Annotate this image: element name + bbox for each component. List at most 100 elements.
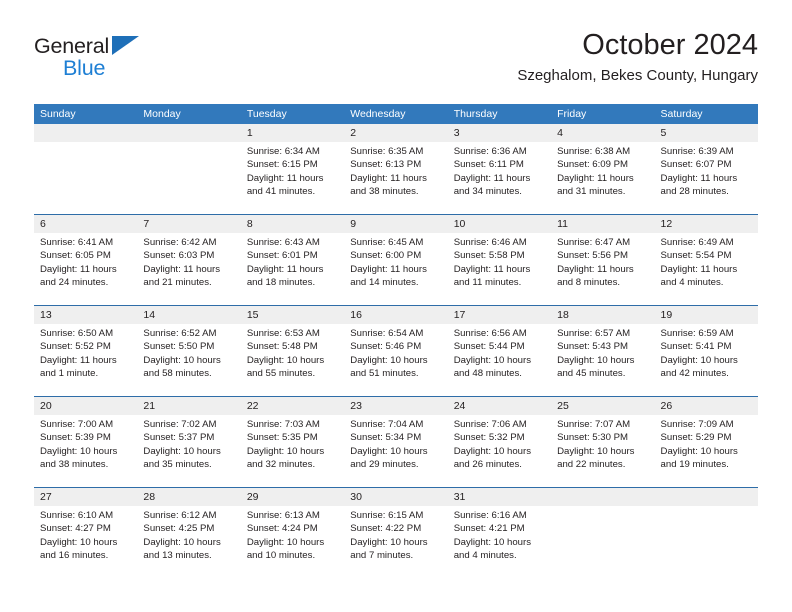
day-cell[interactable]: Sunrise: 6:42 AM Sunset: 6:03 PM Daylight:… [137,233,240,305]
daylight-text: Daylight: 10 hours and 58 minutes. [143,354,221,380]
sunrise-text: Sunrise: 6:42 AM [143,237,217,248]
sunset-text: Sunset: 6:00 PM [350,250,422,262]
sunset-text: Sunset: 5:30 PM [557,432,629,444]
day-cell[interactable]: Sunrise: 6:12 AM Sunset: 4:25 PM Daylight:… [137,506,240,578]
sunset-text: Sunset: 4:21 PM [453,523,525,535]
day-cell[interactable]: Sunrise: 6:15 AM Sunset: 4:22 PM Daylight:… [344,506,447,578]
day-number[interactable]: 21 [137,397,240,415]
day-cell[interactable]: Sunrise: 6:54 AM Sunset: 5:46 PM Daylight:… [344,324,447,396]
day-number[interactable]: 8 [241,215,344,233]
sunset-text: Sunset: 4:22 PM [350,523,422,535]
sunrise-text: Sunrise: 7:04 AM [350,419,424,430]
day-number[interactable]: 13 [34,306,137,324]
day-cell[interactable]: Sunrise: 6:45 AM Sunset: 6:00 PM Daylight:… [344,233,447,305]
sunset-text: Sunset: 5:44 PM [453,341,525,353]
sunrise-text: Sunrise: 6:45 AM [350,237,424,248]
day-cell-empty [655,506,758,578]
day-cell[interactable]: Sunrise: 7:03 AM Sunset: 5:35 PM Daylight:… [241,415,344,487]
day-number[interactable]: 4 [551,124,654,142]
day-number[interactable]: 15 [241,306,344,324]
sunset-text: Sunset: 6:01 PM [246,250,318,262]
sunrise-text: Sunrise: 7:02 AM [143,419,217,430]
day-number[interactable]: 28 [137,488,240,506]
day-cell[interactable]: Sunrise: 6:53 AM Sunset: 5:48 PM Daylight:… [241,324,344,396]
day-number[interactable]: 18 [551,306,654,324]
day-number[interactable]: 12 [655,215,758,233]
day-number[interactable]: 29 [241,488,344,506]
day-number[interactable]: 5 [655,124,758,142]
daylight-text: Daylight: 10 hours and 7 minutes. [350,536,428,562]
day-number[interactable]: 20 [34,397,137,415]
day-cell[interactable]: Sunrise: 6:36 AM Sunset: 6:11 PM Daylight:… [448,142,551,214]
week-detail-band: Sunrise: 6:10 AM Sunset: 4:27 PM Daylight:… [34,506,758,578]
day-cell[interactable]: Sunrise: 7:07 AM Sunset: 5:30 PM Daylight:… [551,415,654,487]
calendar-grid: Sunday Monday Tuesday Wednesday Thursday Frid… [34,104,758,578]
day-number[interactable]: 14 [137,306,240,324]
day-cell[interactable]: Sunrise: 6:56 AM Sunset: 5:44 PM Daylight:… [448,324,551,396]
day-cell[interactable]: Sunrise: 6:10 AM Sunset: 4:27 PM Daylight:… [34,506,137,578]
sunset-text: Sunset: 4:27 PM [40,523,111,535]
daylight-text: Daylight: 10 hours and 22 minutes. [557,445,635,471]
day-cell[interactable]: Sunrise: 6:47 AM Sunset: 5:56 PM Daylight:… [551,233,654,305]
daylight-text: Daylight: 10 hours and 16 minutes. [40,536,118,562]
day-number[interactable]: 7 [137,215,240,233]
day-number[interactable]: 26 [655,397,758,415]
day-cell[interactable]: Sunrise: 7:00 AM Sunset: 5:39 PM Daylight:… [34,415,137,487]
daylight-text: Daylight: 10 hours and 29 minutes. [350,445,428,471]
day-number[interactable]: 9 [344,215,447,233]
day-number[interactable]: 22 [241,397,344,415]
calendar-page: General Blue October 2024 Szeghalom, Bek… [0,0,792,612]
day-cell[interactable]: Sunrise: 6:16 AM Sunset: 4:21 PM Daylight:… [448,506,551,578]
day-number[interactable]: 17 [448,306,551,324]
day-cell[interactable]: Sunrise: 7:04 AM Sunset: 5:34 PM Daylight:… [344,415,447,487]
day-cell-empty [551,506,654,578]
day-cell[interactable]: Sunrise: 7:02 AM Sunset: 5:37 PM Daylight:… [137,415,240,487]
sunset-text: Sunset: 6:07 PM [660,159,732,171]
daylight-text: Daylight: 10 hours and 38 minutes. [40,445,118,471]
day-number[interactable]: 25 [551,397,654,415]
day-number[interactable]: 16 [344,306,447,324]
day-number[interactable]: 11 [551,215,654,233]
day-cell[interactable]: Sunrise: 6:13 AM Sunset: 4:24 PM Daylight:… [241,506,344,578]
day-cell[interactable]: Sunrise: 6:43 AM Sunset: 6:01 PM Daylight:… [241,233,344,305]
day-number[interactable]: 2 [344,124,447,142]
day-cell[interactable]: Sunrise: 6:49 AM Sunset: 5:54 PM Daylight:… [655,233,758,305]
day-cell[interactable]: Sunrise: 6:57 AM Sunset: 5:43 PM Daylight:… [551,324,654,396]
day-number[interactable]: 30 [344,488,447,506]
day-number[interactable]: 23 [344,397,447,415]
sunset-text: Sunset: 6:09 PM [557,159,629,171]
general-blue-logo[interactable]: General Blue [34,34,164,86]
day-number[interactable]: 19 [655,306,758,324]
week-detail-band: Sunrise: 7:00 AM Sunset: 5:39 PM Daylight:… [34,415,758,487]
day-number[interactable]: 31 [448,488,551,506]
day-cell[interactable]: Sunrise: 6:50 AM Sunset: 5:52 PM Daylight:… [34,324,137,396]
sunrise-text: Sunrise: 6:47 AM [557,237,631,248]
week-date-number-band: 12345 [34,124,758,142]
day-number[interactable]: 1 [241,124,344,142]
day-cell[interactable]: Sunrise: 6:59 AM Sunset: 5:41 PM Daylight:… [655,324,758,396]
day-number[interactable]: 27 [34,488,137,506]
day-cell[interactable]: Sunrise: 6:52 AM Sunset: 5:50 PM Daylight:… [137,324,240,396]
day-cell[interactable]: Sunrise: 6:39 AM Sunset: 6:07 PM Daylight:… [655,142,758,214]
sunset-text: Sunset: 5:34 PM [350,432,422,444]
day-cell[interactable]: Sunrise: 6:34 AM Sunset: 6:15 PM Daylight:… [241,142,344,214]
day-number[interactable]: 10 [448,215,551,233]
day-number[interactable]: 24 [448,397,551,415]
week-detail-band: Sunrise: 6:34 AM Sunset: 6:15 PM Daylight:… [34,142,758,214]
sunset-text: Sunset: 6:05 PM [40,250,111,262]
sunrise-text: Sunrise: 6:34 AM [246,146,320,157]
sunrise-text: Sunrise: 6:57 AM [557,328,631,339]
day-cell[interactable]: Sunrise: 6:46 AM Sunset: 5:58 PM Daylight:… [448,233,551,305]
daylight-text: Daylight: 11 hours and 24 minutes. [40,263,117,289]
day-cell[interactable]: Sunrise: 6:35 AM Sunset: 6:13 PM Daylight:… [344,142,447,214]
day-cell[interactable]: Sunrise: 6:41 AM Sunset: 6:05 PM Daylight:… [34,233,137,305]
day-cell[interactable]: Sunrise: 7:06 AM Sunset: 5:32 PM Daylight:… [448,415,551,487]
sunset-text: Sunset: 5:29 PM [660,432,732,444]
day-number[interactable]: 3 [448,124,551,142]
day-cell[interactable]: Sunrise: 6:38 AM Sunset: 6:09 PM Daylight:… [551,142,654,214]
day-number[interactable]: 6 [34,215,137,233]
calendar-week-row: 27 28 29 30 31 Sunrise: 6:10 AM Sunset: 4:27 P… [34,487,758,578]
daylight-text: Daylight: 11 hours and 41 minutes. [246,172,324,198]
day-cell[interactable]: Sunrise: 7:09 AM Sunset: 5:29 PM Daylight:… [655,415,758,487]
sunset-text: Sunset: 4:24 PM [246,523,318,535]
